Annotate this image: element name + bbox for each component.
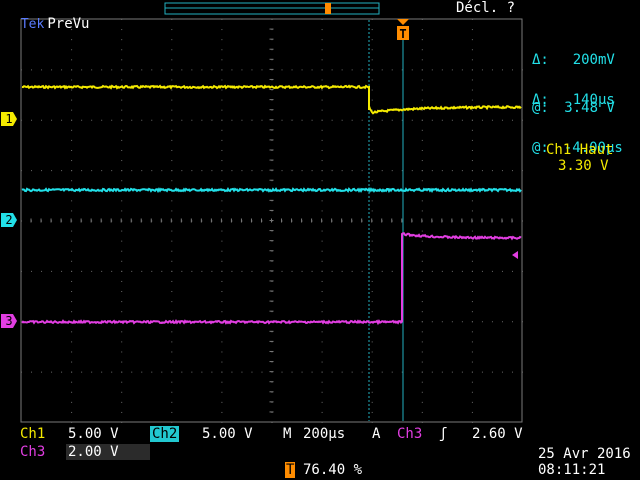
ch2-scale-value[interactable]: 5.00 V: [202, 426, 253, 442]
ch1-scale-value[interactable]: 5.00 V: [68, 426, 119, 442]
measurement-value: 3.30 V: [558, 158, 609, 174]
trigger-source[interactable]: Ch3: [397, 426, 422, 442]
ch3-waveform: [21, 232, 522, 326]
trigger-status: Décl. ?: [456, 0, 516, 16]
trigger-position-marker[interactable]: T: [397, 19, 409, 41]
ch1-scale-label[interactable]: Ch1: [20, 426, 45, 442]
brand-logo: Tek: [20, 17, 45, 32]
rising-edge-icon: ʃ: [439, 426, 448, 442]
header: Tek PreVu: [4, 0, 90, 33]
trigger-level[interactable]: 2.60 V: [472, 426, 523, 442]
trigger-position-value[interactable]: 76.40 %: [303, 462, 362, 478]
measurement-label: Ch1 Haut: [546, 142, 614, 158]
record-view-window[interactable]: [325, 3, 331, 14]
graticule-grid: [20, 18, 523, 423]
ch2-waveform: [21, 186, 522, 194]
time-display: 08:11:21: [538, 462, 606, 478]
trigger-position-icon: T: [285, 462, 296, 478]
svg-text:T: T: [399, 27, 406, 41]
trigger-level-arrow[interactable]: [512, 251, 518, 259]
timebase-value[interactable]: 200μs: [303, 426, 345, 442]
timebase-label: M: [283, 426, 292, 442]
acquisition-mode: PreVu: [47, 16, 90, 32]
trigger-label: A: [372, 426, 381, 442]
ch3-scale-value[interactable]: 2.00 V: [66, 444, 150, 460]
ch2-scale-label[interactable]: Ch2: [150, 426, 180, 442]
ch3-scale-label[interactable]: Ch3: [20, 444, 45, 460]
date-display: 25 Avr 2016: [538, 446, 631, 462]
